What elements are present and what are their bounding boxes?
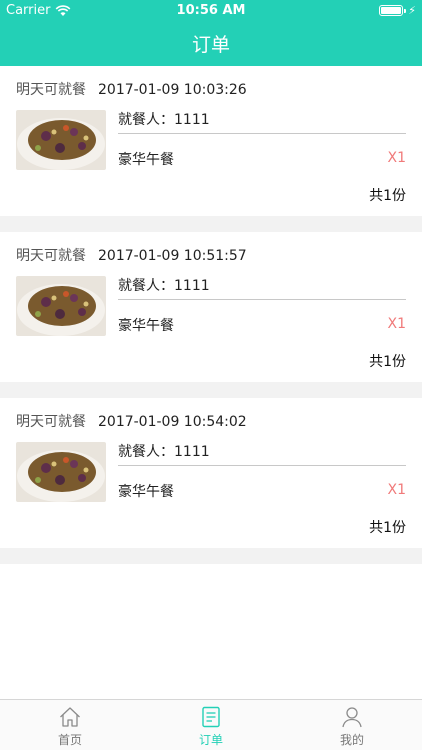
diner-label: 就餐人：	[118, 444, 174, 460]
diner-label: 就餐人：	[118, 112, 174, 128]
meal-name: 豪华午餐	[118, 152, 174, 168]
order-card[interactable]: 明天可就餐 2017-01-09 10:54:02 就餐人：1111 豪华午餐 X…	[0, 398, 422, 548]
diner-name: 1111	[174, 278, 210, 294]
page-title: 订单	[191, 34, 230, 56]
order-header: 明天可就餐 2017-01-09 10:51:57	[16, 245, 247, 265]
meal-name: 豪华午餐	[118, 484, 174, 500]
profile-icon	[342, 707, 362, 728]
diner-info: 就餐人：1111	[118, 109, 210, 129]
order-time: 2017-01-09 10:51:57	[98, 248, 247, 264]
charging-icon: ⚡	[408, 4, 416, 17]
battery-indicator: ⚡	[379, 5, 416, 16]
tab-orders[interactable]: 订单	[141, 700, 281, 750]
app-header: Carrier 10:56 AM ⚡ 订单	[0, 0, 422, 66]
order-status: 明天可就餐	[16, 414, 86, 430]
tab-orders-label: 订单	[198, 733, 223, 747]
order-status: 明天可就餐	[16, 82, 86, 98]
tab-profile-label: 我的	[339, 733, 364, 747]
order-time: 2017-01-09 10:03:26	[98, 82, 247, 98]
meal-photo	[16, 442, 106, 502]
meal-name: 豪华午餐	[118, 318, 174, 334]
section-gap	[0, 382, 422, 398]
meal-photo	[16, 110, 106, 170]
status-bar: Carrier 10:56 AM ⚡	[0, 0, 422, 22]
tab-home[interactable]: 首页	[0, 700, 140, 750]
section-gap	[0, 216, 422, 232]
order-time: 2017-01-09 10:54:02	[98, 414, 247, 430]
order-total: 共1份	[369, 354, 406, 370]
tab-profile[interactable]: 我的	[282, 700, 422, 750]
diner-label: 就餐人：	[118, 278, 174, 294]
diner-name: 1111	[174, 112, 210, 128]
order-header: 明天可就餐 2017-01-09 10:03:26	[16, 79, 247, 99]
divider	[118, 299, 406, 300]
order-status: 明天可就餐	[16, 248, 86, 264]
diner-info: 就餐人：1111	[118, 441, 210, 461]
tab-home-label: 首页	[57, 733, 82, 747]
tab-bar: 首页 订单 我的	[0, 699, 422, 750]
order-header: 明天可就餐 2017-01-09 10:54:02	[16, 411, 247, 431]
meal-quantity: X1	[387, 150, 407, 166]
meal-quantity: X1	[387, 482, 407, 498]
diner-name: 1111	[174, 444, 210, 460]
divider	[118, 465, 406, 466]
section-gap	[0, 548, 422, 564]
status-time: 10:56 AM	[176, 3, 246, 18]
order-total: 共1份	[369, 520, 406, 536]
meal-photo	[16, 276, 106, 336]
meal-quantity: X1	[387, 316, 407, 332]
order-card[interactable]: 明天可就餐 2017-01-09 10:51:57 就餐人：1111 豪华午餐 X…	[0, 232, 422, 382]
diner-info: 就餐人：1111	[118, 275, 210, 295]
order-icon	[202, 706, 220, 728]
order-card[interactable]: 明天可就餐 2017-01-09 10:03:26 就餐人：1111 豪华午餐 X…	[0, 66, 422, 216]
order-total: 共1份	[369, 188, 406, 204]
home-icon	[60, 707, 80, 727]
divider	[118, 133, 406, 134]
battery-icon	[379, 5, 404, 16]
